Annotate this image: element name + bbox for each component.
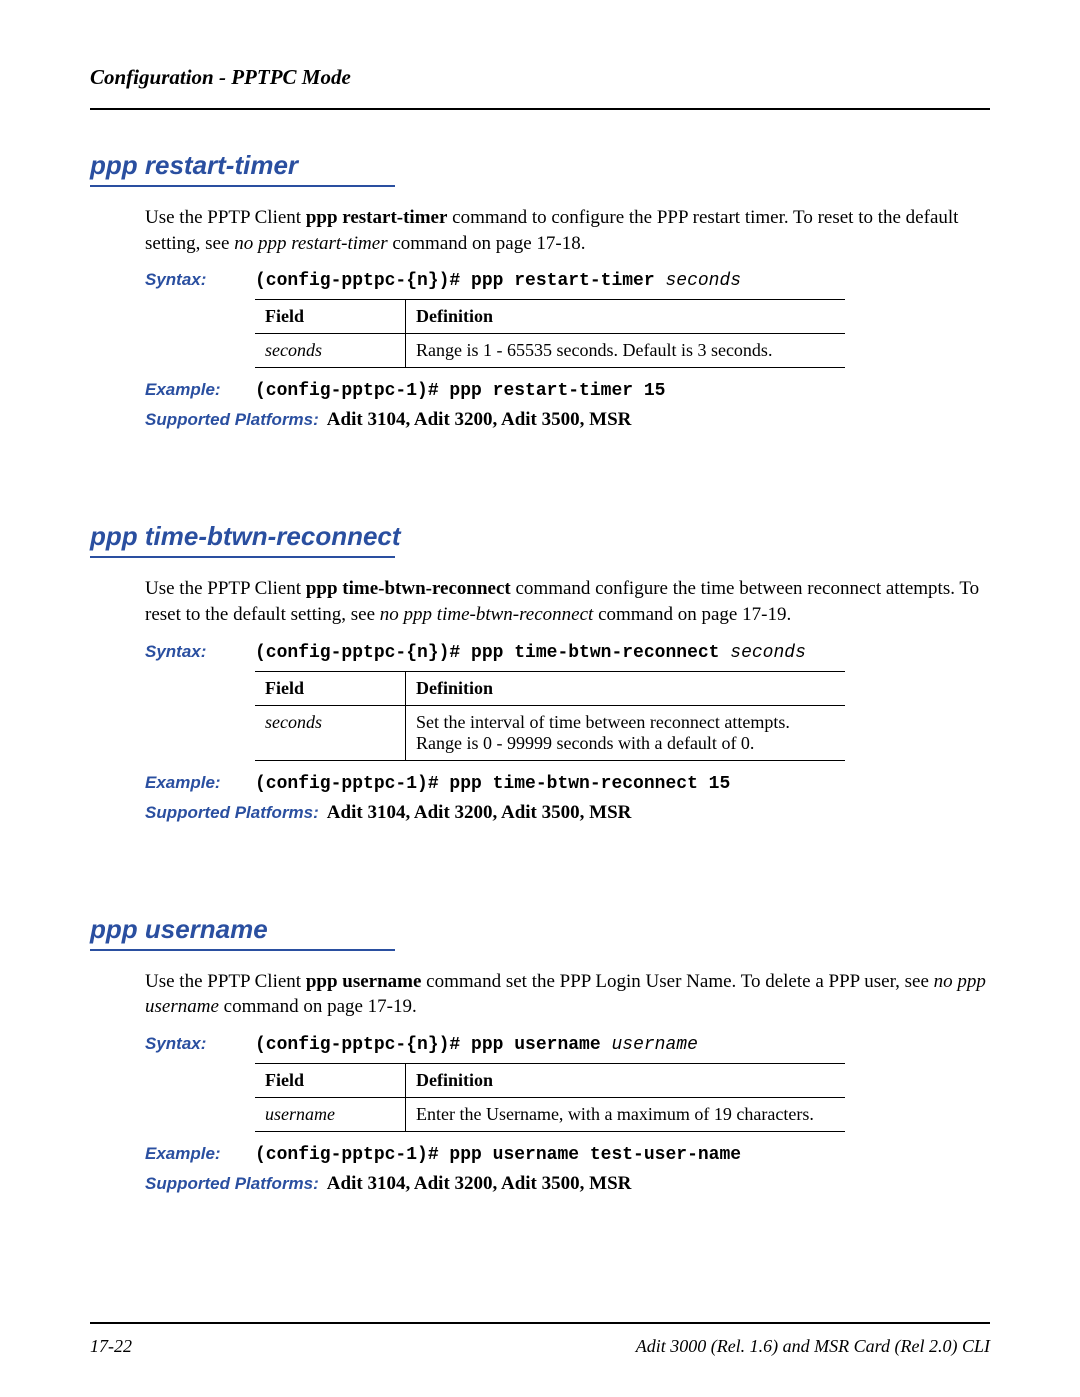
syntax-label: Syntax: — [145, 642, 255, 662]
table-row: seconds Set the interval of time between… — [255, 705, 845, 760]
desc-reference: no ppp time-btwn-reconnect — [380, 604, 594, 625]
platforms-label: Supported Platforms: — [145, 803, 319, 823]
definition-header: Definition — [406, 1063, 846, 1097]
field-cell: username — [255, 1097, 406, 1131]
syntax-value: (config-pptpc-{n})# ppp restart-timer se… — [255, 271, 741, 291]
syntax-row: Syntax: (config-pptpc-{n})# ppp time-btw… — [145, 642, 990, 663]
example-row: Example: (config-pptpc-1)# ppp restart-t… — [145, 380, 990, 401]
field-cell: seconds — [255, 705, 406, 760]
platforms-value: Adit 3104, Adit 3200, Adit 3500, MSR — [327, 1173, 632, 1195]
footer-rule — [90, 1322, 990, 1324]
page-number: 17-22 — [90, 1336, 132, 1357]
example-row: Example: (config-pptpc-1)# ppp username … — [145, 1144, 990, 1165]
syntax-value: (config-pptpc-{n})# ppp time-btwn-reconn… — [255, 643, 806, 663]
desc-command: ppp time-btwn-reconnect — [306, 578, 511, 599]
example-label: Example: — [145, 380, 255, 400]
section-description: Use the PPTP Client ppp restart-timer co… — [145, 205, 990, 256]
table-header-row: Field Definition — [255, 300, 845, 334]
table-header-row: Field Definition — [255, 671, 845, 705]
platforms-value: Adit 3104, Adit 3200, Adit 3500, MSR — [327, 802, 632, 824]
definition-table: Field Definition seconds Set the interva… — [255, 671, 845, 761]
field-header: Field — [255, 1063, 406, 1097]
section-title: ppp time-btwn-reconnect — [90, 521, 401, 552]
definition-table: Field Definition seconds Range is 1 - 65… — [255, 299, 845, 368]
section-title: ppp restart-timer — [90, 150, 298, 181]
desc-text: Use the PPTP Client — [145, 971, 306, 992]
title-underline — [90, 556, 395, 558]
field-cell: seconds — [255, 334, 406, 368]
desc-text: Use the PPTP Client — [145, 578, 306, 599]
syntax-label: Syntax: — [145, 270, 255, 290]
definition-header: Definition — [406, 300, 846, 334]
field-header: Field — [255, 300, 406, 334]
desc-command: ppp username — [306, 971, 422, 992]
section-ppp-restart-timer: ppp restart-timer Use the PPTP Client pp… — [90, 150, 990, 431]
syntax-command: (config-pptpc-{n})# ppp time-btwn-reconn… — [255, 643, 730, 663]
platforms-row: Supported Platforms: Adit 3104, Adit 320… — [145, 409, 990, 431]
example-value: (config-pptpc-1)# ppp username test-user… — [255, 1145, 741, 1165]
section-description: Use the PPTP Client ppp username command… — [145, 969, 990, 1020]
syntax-command: (config-pptpc-{n})# ppp username — [255, 1035, 611, 1055]
desc-text: command on page 17-19. — [219, 996, 417, 1017]
definition-cell: Range is 1 - 65535 seconds. Default is 3… — [406, 334, 846, 368]
syntax-row: Syntax: (config-pptpc-{n})# ppp restart-… — [145, 270, 990, 291]
platforms-label: Supported Platforms: — [145, 410, 319, 430]
section-ppp-username: ppp username Use the PPTP Client ppp use… — [90, 914, 990, 1195]
definition-cell: Enter the Username, with a maximum of 19… — [406, 1097, 846, 1131]
title-underline — [90, 185, 395, 187]
syntax-command: (config-pptpc-{n})# ppp restart-timer — [255, 271, 665, 291]
section-ppp-time-btwn-reconnect: ppp time-btwn-reconnect Use the PPTP Cli… — [90, 521, 990, 823]
page-header: Configuration - PPTPC Mode — [90, 65, 990, 90]
syntax-label: Syntax: — [145, 1034, 255, 1054]
definition-header: Definition — [406, 671, 846, 705]
example-value: (config-pptpc-1)# ppp restart-timer 15 — [255, 381, 665, 401]
field-header: Field — [255, 671, 406, 705]
syntax-arg: seconds — [730, 643, 806, 663]
definition-table: Field Definition username Enter the User… — [255, 1063, 845, 1132]
example-value: (config-pptpc-1)# ppp time-btwn-reconnec… — [255, 774, 730, 794]
section-description: Use the PPTP Client ppp time-btwn-reconn… — [145, 576, 990, 627]
desc-text: command on page 17-19. — [593, 604, 791, 625]
example-label: Example: — [145, 773, 255, 793]
syntax-row: Syntax: (config-pptpc-{n})# ppp username… — [145, 1034, 990, 1055]
section-title: ppp username — [90, 914, 268, 945]
table-row: seconds Range is 1 - 65535 seconds. Defa… — [255, 334, 845, 368]
desc-text: command on page 17-18. — [388, 233, 586, 254]
example-row: Example: (config-pptpc-1)# ppp time-btwn… — [145, 773, 990, 794]
platforms-row: Supported Platforms: Adit 3104, Adit 320… — [145, 1173, 990, 1195]
desc-reference: no ppp restart-timer — [234, 233, 387, 254]
table-row: username Enter the Username, with a maxi… — [255, 1097, 845, 1131]
definition-cell: Set the interval of time between reconne… — [406, 705, 846, 760]
page-footer: 17-22 Adit 3000 (Rel. 1.6) and MSR Card … — [90, 1322, 990, 1357]
header-rule — [90, 108, 990, 110]
platforms-value: Adit 3104, Adit 3200, Adit 3500, MSR — [327, 409, 632, 431]
desc-text: Use the PPTP Client — [145, 207, 306, 228]
table-header-row: Field Definition — [255, 1063, 845, 1097]
platforms-row: Supported Platforms: Adit 3104, Adit 320… — [145, 802, 990, 824]
desc-text: command set the PPP Login User Name. To … — [421, 971, 933, 992]
book-title: Adit 3000 (Rel. 1.6) and MSR Card (Rel 2… — [636, 1336, 990, 1357]
title-underline — [90, 949, 395, 951]
syntax-value: (config-pptpc-{n})# ppp username usernam… — [255, 1035, 698, 1055]
platforms-label: Supported Platforms: — [145, 1174, 319, 1194]
syntax-arg: seconds — [665, 271, 741, 291]
syntax-arg: username — [611, 1035, 697, 1055]
example-label: Example: — [145, 1144, 255, 1164]
desc-command: ppp restart-timer — [306, 207, 448, 228]
